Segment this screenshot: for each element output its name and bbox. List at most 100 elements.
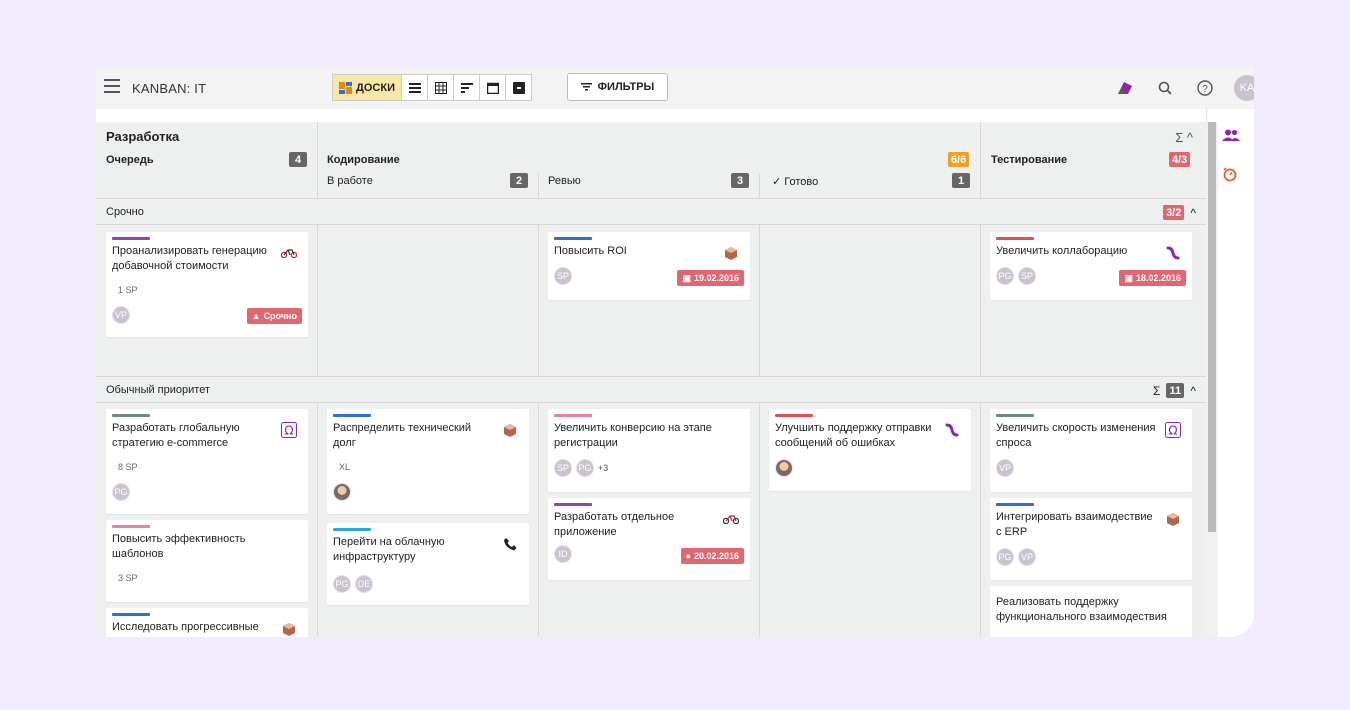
card-n5[interactable]: Перейти на облачную инфраструктуру PG DE [327,523,529,605]
card-color-stripe [333,414,371,417]
card-title: Реализовать поддержку функционального вз… [996,596,1167,623]
sort-icon [460,82,473,93]
card-n7[interactable]: Разработать отдельное приложение ID ● 20.… [548,498,750,580]
card-assignees [775,459,793,477]
column-queue-count: 4 [289,152,307,167]
card-assignees: VP [996,459,1014,477]
avatar[interactable] [333,483,351,501]
avatar[interactable]: PG [996,267,1014,285]
card-assignees: PG VP [996,548,1036,566]
lane-normal-header[interactable]: Обычный приоритет Σ 11 ^ [96,376,1206,403]
top-toolbar: KANBAN: IT ДОСКИ ФИЛЬТРЫ ? KA [96,67,1254,109]
list-icon [408,82,421,93]
card-color-stripe [554,414,592,417]
lane-normal-collapse-icon[interactable]: ^ [1190,384,1196,398]
avatar[interactable]: SP [554,459,572,477]
avatar[interactable]: VP [112,306,130,324]
help-icon[interactable]: ? [1194,77,1216,99]
card-u1[interactable]: Проанализировать генерацию добавочной ст… [106,232,308,337]
card-assignees [333,483,351,501]
table-view-button[interactable] [428,74,454,101]
card-n2[interactable]: Повысить эффективность шаблонов 3 SP [106,520,308,602]
card-n3[interactable]: Исследовать прогрессивные [106,608,308,637]
section-title: Разработка [106,129,180,144]
card-assignees: SP [554,267,572,285]
avatar[interactable]: VP [1018,548,1036,566]
card-u3[interactable]: Увеличить коллаборацию PG SP ▣ 18.02.2016 [990,232,1192,300]
menu-icon[interactable] [104,79,120,93]
calendar-icon: ▣ [1124,272,1133,283]
card-color-stripe [554,503,592,506]
due-date-badge: ▣ 19.02.2016 [677,270,744,286]
avatar[interactable]: ID [554,545,572,563]
omega-icon: Ω [280,421,298,439]
card-title: Увеличить конверсию на этапе регистрации [554,422,712,449]
timer-icon[interactable] [1222,167,1238,186]
table-icon [434,81,447,94]
card-assignees: ID [554,545,572,563]
svg-text:Ω: Ω [1168,424,1177,438]
app-window: KANBAN: IT ДОСКИ ФИЛЬТРЫ ? KA Разработка… [96,67,1254,637]
avatar[interactable]: SP [1018,267,1036,285]
more-assignees[interactable]: +3 [598,463,608,473]
card-assignees: VP [112,306,130,324]
card-title: Перейти на облачную инфраструктуру [333,536,445,563]
section-sum-toggle[interactable]: Σ ^ [1175,130,1193,145]
avatar[interactable]: DE [355,575,373,593]
card-n6[interactable]: Увеличить конверсию на этапе регистрации… [548,409,750,492]
due-date: 19.02.2016 [693,273,739,283]
column-inwork-title: В работе [327,175,373,187]
urgent-badge-label: Срочно [263,311,297,321]
archive-view-button[interactable] [506,74,532,101]
column-coding-title: Кодирование [327,154,400,166]
filters-button[interactable]: ФИЛЬТРЫ [567,73,668,101]
avatar[interactable]: PG [112,483,130,501]
board-scrollbar[interactable] [1206,122,1218,637]
avatar[interactable]: PG [333,575,351,593]
column-queue-title: Очередь [106,154,154,166]
lane-urgent-collapse-icon[interactable]: ^ [1190,206,1196,220]
scrollbar-thumb[interactable] [1208,122,1216,532]
avatar[interactable]: PG [996,548,1014,566]
card-assignees: PG DE [333,575,373,593]
gantt-view-button[interactable] [454,74,480,101]
avatar[interactable]: PG [576,459,594,477]
urgent-badge: ▲ Срочно [246,308,302,324]
card-title: Разработать глобальную стратегию e-comme… [112,422,240,449]
card-n8[interactable]: Улучшить поддержку отправки сообщений об… [769,409,971,491]
card-n11[interactable]: Реализовать поддержку функционального вз… [990,586,1192,637]
calendar-view-button[interactable] [480,74,506,101]
omega-icon: Ω [1164,421,1182,439]
search-icon[interactable] [1154,77,1176,99]
card-n1[interactable]: Разработать глобальную стратегию e-comme… [106,409,308,514]
card-title: Повысить ROI [554,245,627,257]
card-color-stripe [996,237,1034,240]
lane-urgent-count: 3/2 [1163,205,1185,220]
svg-text:?: ? [1202,84,1208,95]
members-icon[interactable] [1222,129,1240,144]
card-size: XL [339,462,351,472]
avatar[interactable]: SP [554,267,572,285]
list-view-button[interactable] [402,74,428,101]
card-color-stripe [996,503,1034,506]
lane-normal-sum-icon[interactable]: Σ [1153,384,1160,398]
lane-urgent-header[interactable]: Срочно 3/2 ^ [96,198,1206,225]
svg-text:Ω: Ω [284,424,293,438]
box-icon [501,421,519,439]
boards-icon [339,81,353,94]
kaiten-logo-icon[interactable] [1114,77,1136,99]
user-avatar[interactable]: KA [1234,75,1254,101]
avatar[interactable] [775,459,793,477]
boards-view-button[interactable]: ДОСКИ [332,74,402,101]
column-done-count: 1 [952,173,970,188]
card-n10[interactable]: Интегрировать взаимодествие с ERP PG VP [990,498,1192,580]
due-date: 18.02.2016 [1135,273,1181,283]
card-n4[interactable]: Распределить технический долг XL [327,409,529,514]
card-story-points: 1 SP [118,285,138,295]
calendar-icon: ▣ [682,272,691,283]
avatar[interactable]: VP [996,459,1014,477]
card-assignees: SP PG +3 [554,459,608,477]
calendar-icon [486,82,499,94]
card-n9[interactable]: Увеличить скорость изменения спроса Ω VP [990,409,1192,492]
card-u2[interactable]: Повысить ROI SP ▣ 19.02.2016 [548,232,750,300]
